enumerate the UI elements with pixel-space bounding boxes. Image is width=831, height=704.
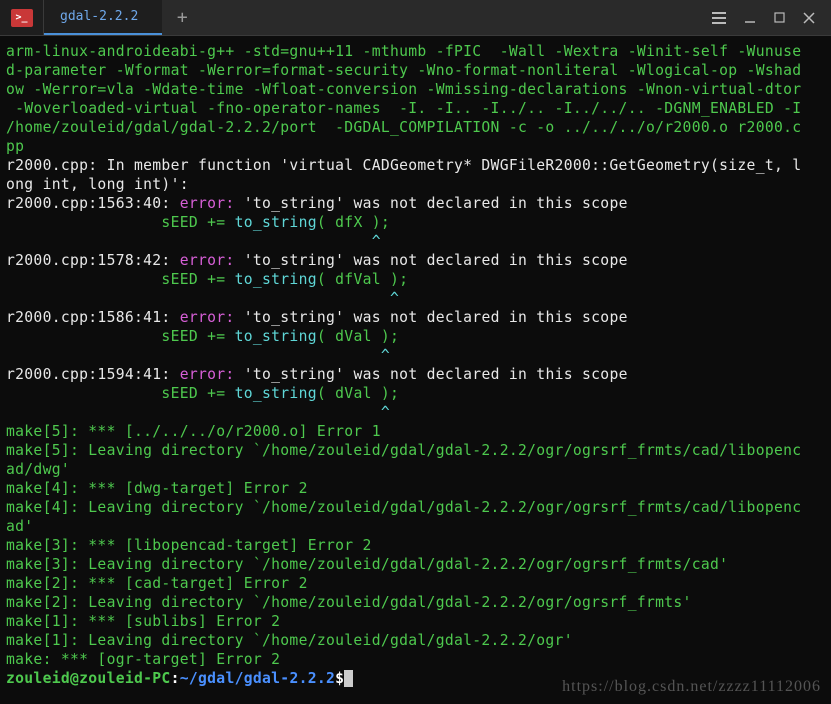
app-icon: >_	[0, 0, 44, 35]
menu-button[interactable]	[712, 12, 726, 24]
make-line-9: make[1]: Leaving directory `/home/zoulei…	[6, 632, 573, 649]
error-sym-1: to_string	[253, 252, 335, 269]
minimize-button[interactable]	[744, 12, 756, 24]
make-line-3: make[4]: Leaving directory `/home/zoulei…	[6, 499, 801, 535]
maximize-button[interactable]	[774, 12, 785, 23]
error-caret-2: ^	[6, 347, 390, 364]
prompt-path: ~/gdal/gdal-2.2.2	[180, 670, 335, 687]
make-line-7: make[2]: Leaving directory `/home/zoulei…	[6, 594, 692, 611]
tab-group: >_ gdal-2.2.2 +	[0, 0, 202, 35]
terminal-icon: >_	[11, 9, 33, 27]
close-icon	[803, 12, 815, 24]
minimize-icon	[744, 12, 756, 24]
error-loc-3: r2000.cpp:1594:41:	[6, 366, 180, 383]
window-controls	[712, 12, 831, 24]
error-caret-1: ^	[6, 290, 399, 307]
error-sym-2: to_string	[253, 309, 335, 326]
close-button[interactable]	[803, 12, 815, 24]
error-msg-1: '	[244, 252, 253, 269]
error-kw-3: error:	[180, 366, 244, 383]
error-caret-3: ^	[6, 404, 390, 421]
error-code-0: sEED +=	[6, 214, 235, 231]
make-line-6: make[2]: *** [cad-target] Error 2	[6, 575, 308, 592]
new-tab-button[interactable]: +	[162, 0, 202, 35]
error-loc-1: r2000.cpp:1578:42:	[6, 252, 180, 269]
cursor	[344, 670, 353, 687]
make-line-1: make[5]: Leaving directory `/home/zoulei…	[6, 442, 801, 478]
error-caret-0: ^	[6, 233, 381, 250]
tab-active[interactable]: gdal-2.2.2	[44, 0, 162, 35]
titlebar: >_ gdal-2.2.2 +	[0, 0, 831, 36]
make-line-2: make[4]: *** [dwg-target] Error 2	[6, 480, 308, 497]
error-kw-1: error:	[180, 252, 244, 269]
make-line-5: make[3]: Leaving directory `/home/zoulei…	[6, 556, 728, 573]
make-line-0: make[5]: *** [../../../o/r2000.o] Error …	[6, 423, 381, 440]
make-line-4: make[3]: *** [libopencad-target] Error 2	[6, 537, 372, 554]
error-loc-2: r2000.cpp:1586:41:	[6, 309, 180, 326]
compile-command: arm-linux-androideabi-g++ -std=gnu++11 -…	[6, 43, 801, 155]
error-sym-0: to_string	[253, 195, 335, 212]
make-line-8: make[1]: *** [sublibs] Error 2	[6, 613, 280, 630]
error-kw-0: error:	[180, 195, 244, 212]
member-fn-msg: r2000.cpp: In member function 'virtual C…	[6, 157, 801, 193]
make-line-10: make: *** [ogr-target] Error 2	[6, 651, 280, 668]
error-code-1: sEED +=	[6, 271, 235, 288]
error-msg-3: '	[244, 366, 253, 383]
error-code-2: sEED +=	[6, 328, 235, 345]
hamburger-icon	[712, 12, 726, 24]
prompt-user: zouleid@zouleid-PC	[6, 670, 171, 687]
error-sym-3: to_string	[253, 366, 335, 383]
error-loc-0: r2000.cpp:1563:40:	[6, 195, 180, 212]
terminal-output[interactable]: arm-linux-androideabi-g++ -std=gnu++11 -…	[0, 36, 831, 704]
error-msg-2: '	[244, 309, 253, 326]
maximize-icon	[774, 12, 785, 23]
error-msg-0: '	[244, 195, 253, 212]
tab-title: gdal-2.2.2	[60, 9, 138, 24]
error-code-3: sEED +=	[6, 385, 235, 402]
error-kw-2: error:	[180, 309, 244, 326]
